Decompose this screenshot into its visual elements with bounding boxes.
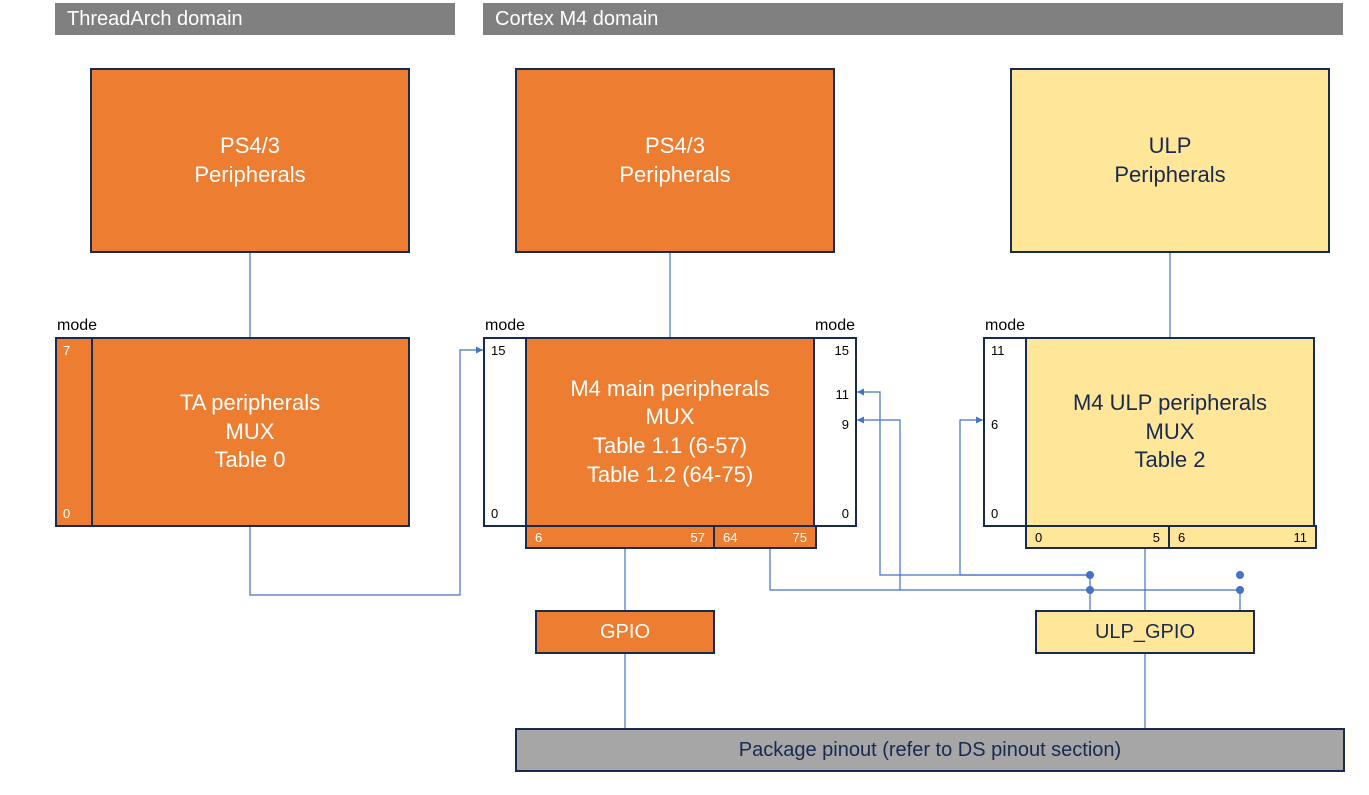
ulp-mode-bottom: 0 bbox=[991, 506, 998, 521]
mode-label: mode bbox=[485, 317, 525, 335]
m4-mode-right-a: 15 bbox=[835, 343, 849, 358]
ulp-periph-line2: Peripherals bbox=[1114, 161, 1225, 190]
m4-range-b1: 64 bbox=[723, 530, 737, 545]
m4-mux-line4: Table 1.2 (64-75) bbox=[587, 461, 753, 490]
ta-ps43-peripherals-block: PS4/3 Peripherals bbox=[90, 68, 410, 253]
ulp-mode-col-left: mode 11 6 0 bbox=[983, 337, 1027, 527]
ulp-range-a1: 0 bbox=[1035, 530, 1042, 545]
m4-mux-line2: MUX bbox=[646, 403, 695, 432]
m4-range-row: 6 57 64 75 bbox=[525, 525, 817, 549]
m4-mux-line1: M4 main peripherals bbox=[570, 375, 769, 404]
ta-ps43-line1: PS4/3 bbox=[220, 132, 280, 161]
m4-range-a: 6 57 bbox=[525, 525, 715, 549]
ta-mode-top: 7 bbox=[63, 343, 70, 358]
ulp-gpio-block: ULP_GPIO bbox=[1035, 610, 1255, 654]
m4-ps43-line1: PS4/3 bbox=[645, 132, 705, 161]
ulp-range-row: 0 5 6 11 bbox=[1025, 525, 1317, 549]
m4-range-b2: 75 bbox=[793, 530, 807, 545]
m4-main-mux-block: M4 main peripherals MUX Table 1.1 (6-57)… bbox=[525, 337, 815, 527]
ulp-range-b: 6 11 bbox=[1170, 525, 1317, 549]
m4-mode-right-bottom: 0 bbox=[842, 506, 849, 521]
m4-range-b: 64 75 bbox=[715, 525, 817, 549]
ulp-mux-block: M4 ULP peripherals MUX Table 2 bbox=[1025, 337, 1315, 527]
gpio-block: GPIO bbox=[535, 610, 715, 654]
m4-mode-right-c: 9 bbox=[842, 417, 849, 432]
mode-label: mode bbox=[57, 317, 97, 335]
mode-label: mode bbox=[815, 317, 855, 335]
package-pinout-label: Package pinout (refer to DS pinout secti… bbox=[739, 737, 1121, 763]
cortexm4-domain-header: Cortex M4 domain bbox=[483, 3, 1343, 35]
ta-mux-line3: Table 0 bbox=[215, 446, 286, 475]
m4-ps43-line2: Peripherals bbox=[619, 161, 730, 190]
mode-label: mode bbox=[985, 317, 1025, 335]
ulp-gpio-label: ULP_GPIO bbox=[1095, 619, 1195, 645]
ulp-mode-top: 11 bbox=[991, 343, 1005, 358]
ta-mode-col: mode 7 0 bbox=[55, 337, 93, 527]
ulp-mux-line2: MUX bbox=[1146, 418, 1195, 447]
m4-mode-left-top: 15 bbox=[491, 343, 505, 358]
ta-mux-line1: TA peripherals bbox=[180, 389, 320, 418]
ta-mux-block: TA peripherals MUX Table 0 bbox=[90, 337, 410, 527]
ulp-range-a: 0 5 bbox=[1025, 525, 1170, 549]
ta-mux-line2: MUX bbox=[226, 418, 275, 447]
m4-mode-left-bottom: 0 bbox=[491, 506, 498, 521]
ulp-mode-mid: 6 bbox=[991, 417, 998, 432]
ta-ps43-line2: Peripherals bbox=[194, 161, 305, 190]
ulp-peripherals-block: ULP Peripherals bbox=[1010, 68, 1330, 253]
ulp-range-b1: 6 bbox=[1178, 530, 1185, 545]
ulp-range-a2: 5 bbox=[1153, 530, 1160, 545]
gpio-label: GPIO bbox=[600, 619, 650, 645]
package-pinout-block: Package pinout (refer to DS pinout secti… bbox=[515, 728, 1345, 772]
m4-mode-col-right: mode 15 11 9 0 bbox=[813, 337, 857, 527]
m4-mux-line3: Table 1.1 (6-57) bbox=[593, 432, 747, 461]
ta-mode-bottom: 0 bbox=[63, 506, 70, 521]
m4-range-a1: 6 bbox=[535, 530, 542, 545]
ulp-range-b2: 11 bbox=[1294, 530, 1308, 545]
ulp-mux-line1: M4 ULP peripherals bbox=[1073, 389, 1267, 418]
ulp-mux-line3: Table 2 bbox=[1135, 446, 1206, 475]
ulp-periph-line1: ULP bbox=[1149, 132, 1192, 161]
m4-ps43-peripherals-block: PS4/3 Peripherals bbox=[515, 68, 835, 253]
m4-range-a2: 57 bbox=[691, 530, 705, 545]
threadarch-domain-header: ThreadArch domain bbox=[55, 3, 455, 35]
m4-mode-right-b: 11 bbox=[836, 387, 850, 402]
m4-mode-col-left: mode 15 0 bbox=[483, 337, 527, 527]
